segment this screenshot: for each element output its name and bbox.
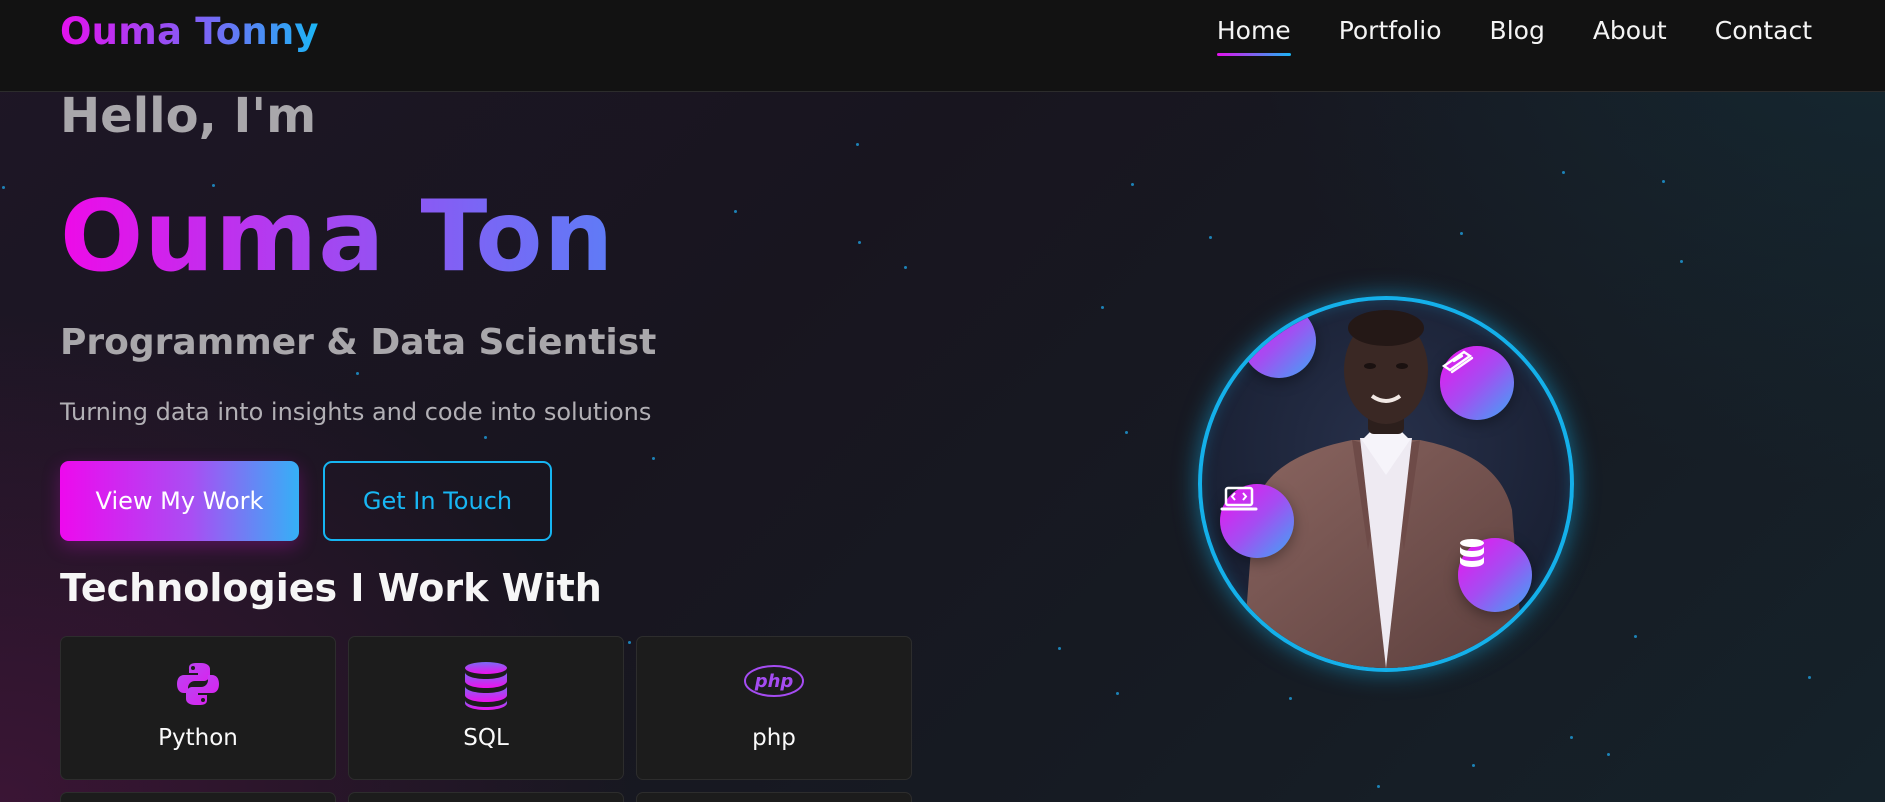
hero-role: Programmer & Data Scientist xyxy=(60,322,657,363)
tech-card-php[interactable]: php php xyxy=(636,636,912,780)
tech-card-partial[interactable] xyxy=(60,792,336,802)
view-my-work-button[interactable]: View My Work xyxy=(60,461,299,541)
code-icon xyxy=(1242,304,1316,378)
tech-card-partial[interactable] xyxy=(636,792,912,802)
tech-card-partial[interactable] xyxy=(348,792,624,802)
tech-label-sql: SQL xyxy=(463,725,509,751)
hero-name: Ouma Ton xyxy=(60,180,615,294)
database-icon xyxy=(464,661,508,715)
site-logo[interactable]: Ouma Tonny xyxy=(60,10,319,53)
nav-link-about[interactable]: About xyxy=(1593,16,1667,53)
tech-label-php: php xyxy=(752,725,796,751)
nav-links: Home Portfolio Blog About Contact xyxy=(1216,16,1812,56)
svg-text:php: php xyxy=(754,671,794,692)
php-icon: php xyxy=(743,661,805,705)
database-icon xyxy=(1458,538,1532,612)
nav-link-home[interactable]: Home xyxy=(1216,16,1291,56)
tech-label-python: Python xyxy=(158,725,238,751)
nav-link-portfolio[interactable]: Portfolio xyxy=(1339,16,1442,53)
hero-tagline: Turning data into insights and code into… xyxy=(60,398,652,426)
nav-link-contact[interactable]: Contact xyxy=(1715,16,1812,53)
layers-icon xyxy=(1440,346,1514,420)
nav-link-blog[interactable]: Blog xyxy=(1490,16,1545,53)
technologies-heading: Technologies I Work With xyxy=(60,566,602,610)
laptop-code-icon xyxy=(1220,484,1294,558)
profile-avatar xyxy=(1198,296,1574,672)
hero-greeting: Hello, I'm xyxy=(60,88,317,144)
python-icon xyxy=(175,661,221,711)
get-in-touch-button[interactable]: Get In Touch xyxy=(323,461,552,541)
navbar: Ouma Tonny Home Portfolio Blog About Con… xyxy=(0,0,1885,92)
tech-card-sql[interactable]: SQL xyxy=(348,636,624,780)
tech-card-python[interactable]: Python xyxy=(60,636,336,780)
